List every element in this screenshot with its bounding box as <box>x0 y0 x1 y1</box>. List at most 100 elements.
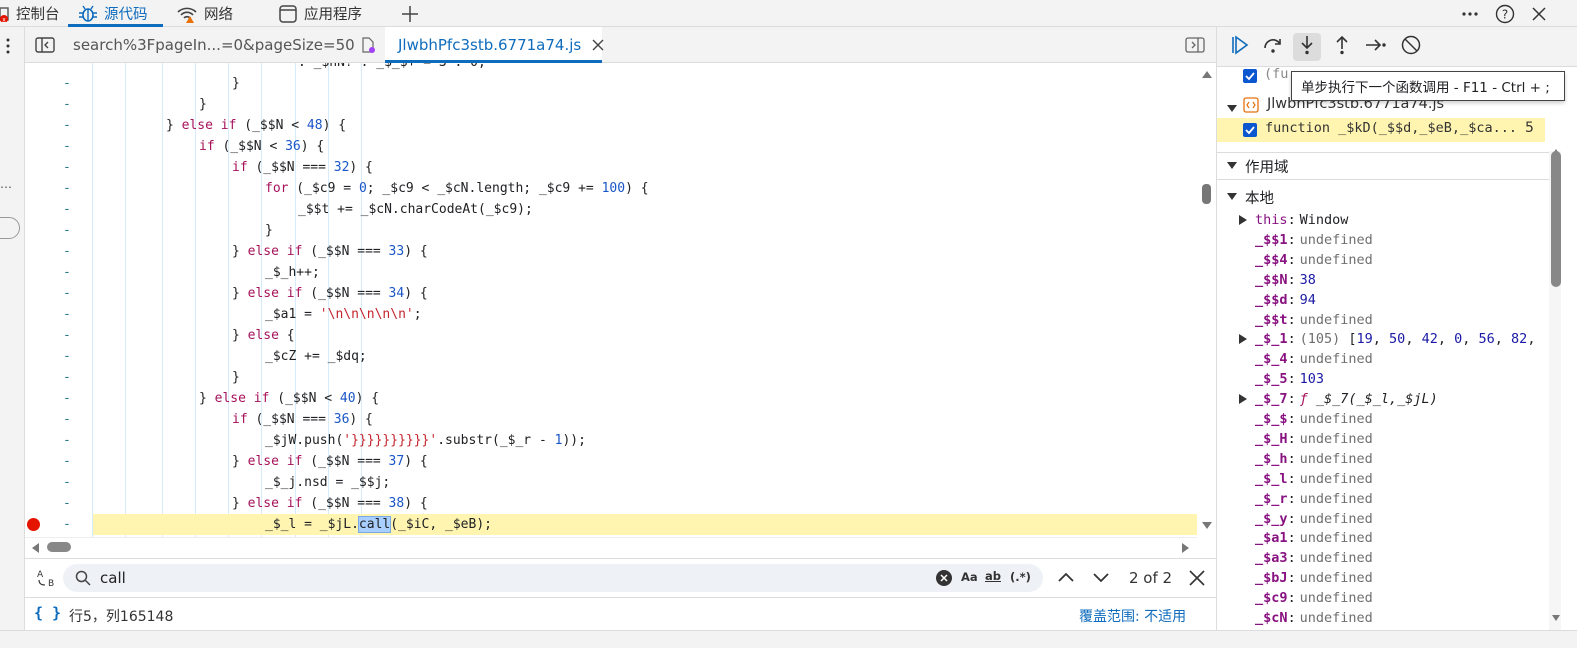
match-case-button[interactable]: Aa <box>961 570 978 584</box>
code-line[interactable]: - _$a1 = '\n\n\n\n\n'; <box>25 304 1197 325</box>
code-horizontal-scrollbar[interactable] <box>25 537 1197 556</box>
code-line[interactable]: -: _$hN? : _$_$+ = 3 : 0; <box>25 63 1197 73</box>
line-marker[interactable]: - <box>63 241 75 262</box>
code-line[interactable]: - _$_j.nsd = _$$j; <box>25 472 1197 493</box>
line-marker[interactable]: - <box>63 388 75 409</box>
code-line[interactable]: -} else { <box>25 325 1197 346</box>
resume-button[interactable] <box>1225 33 1253 61</box>
whole-word-button[interactable]: ab <box>985 569 1001 583</box>
line-marker[interactable]: - <box>63 283 75 304</box>
tab-console[interactable]: x 控制台 <box>0 0 60 27</box>
scope-variable[interactable]: _$$d:94 <box>1217 290 1549 310</box>
scope-variable[interactable]: _$_l: undefined <box>1217 469 1549 489</box>
code-line[interactable]: -} else if (_$$N === 37) { <box>25 451 1197 472</box>
breakpoint-marker-icon[interactable] <box>27 518 40 531</box>
scope-variable[interactable]: _$_r: undefined <box>1217 489 1549 509</box>
pretty-print-icon[interactable]: { } <box>34 604 61 622</box>
close-search-icon[interactable] <box>1188 569 1206 591</box>
line-marker[interactable]: - <box>63 178 75 199</box>
line-marker[interactable]: - <box>63 94 75 115</box>
scroll-down-arrow-icon[interactable] <box>1202 522 1212 529</box>
line-marker[interactable]: - <box>63 262 75 283</box>
more-vertical-icon[interactable] <box>4 37 12 59</box>
previous-match-icon[interactable] <box>1057 570 1075 588</box>
code-line[interactable]: -} <box>25 73 1197 94</box>
scope-section-header[interactable]: 作用域 <box>1217 152 1549 180</box>
line-marker[interactable]: - <box>63 304 75 325</box>
toggle-navigator-icon[interactable] <box>35 36 55 58</box>
line-marker[interactable]: - <box>63 409 75 430</box>
scope-variable[interactable]: _$_h: undefined <box>1217 449 1549 469</box>
toggle-debugger-icon[interactable] <box>1185 37 1205 57</box>
scope-variable[interactable]: _$_7: ƒ _$_7(_$_l,_$jL) <box>1217 389 1549 409</box>
step-out-button[interactable] <box>1328 33 1356 61</box>
code-line[interactable]: - if (_$$N === 32) { <box>25 157 1197 178</box>
scope-variable[interactable]: this: Window <box>1217 210 1549 230</box>
scope-variable[interactable]: _$a3: undefined <box>1217 548 1549 568</box>
scope-variable[interactable]: _$_$: undefined <box>1217 409 1549 429</box>
scope-variable[interactable]: _$_4: undefined <box>1217 349 1549 369</box>
scope-variable[interactable]: _$$N:38 <box>1217 270 1549 290</box>
code-line-current[interactable]: - _$_l = _$jL.call(_$iC, _$eB); <box>27 514 1197 535</box>
line-marker[interactable]: - <box>63 514 75 535</box>
help-button[interactable]: ? <box>1495 0 1515 27</box>
scope-variable[interactable]: _$bJ: undefined <box>1217 568 1549 588</box>
code-vertical-scrollbar[interactable] <box>1197 63 1216 537</box>
line-marker[interactable]: - <box>63 472 75 493</box>
code-line[interactable]: - _$$t += _$cN.charCodeAt(_$c9); <box>25 199 1197 220</box>
clear-search-icon[interactable] <box>936 570 952 586</box>
toggle-partial[interactable] <box>0 217 20 239</box>
tab-sources[interactable]: 源代码 <box>68 0 163 27</box>
scroll-thumb[interactable] <box>1202 184 1211 204</box>
code-line[interactable]: - _$jW.push('}}}}}}}}}}'.substr(_$_r - 1)… <box>25 430 1197 451</box>
line-marker[interactable]: - <box>63 367 75 388</box>
breakpoint-entry-active[interactable]: function _$kD(_$$d,_$eB,_$ca... 5 <box>1217 118 1545 142</box>
scope-variable[interactable]: _$c9: undefined <box>1217 588 1549 608</box>
breakpoint-checkbox-partial[interactable] <box>1243 69 1257 83</box>
step-into-button[interactable] <box>1293 33 1321 61</box>
code-line[interactable]: - for (_$c9 = 0; _$c9 < _$cN.length; _$c9… <box>25 178 1197 199</box>
close-tab-icon[interactable] <box>591 38 605 52</box>
code-line[interactable]: - if (_$$N < 36) { <box>25 136 1197 157</box>
search-input[interactable]: call <box>100 569 126 587</box>
scope-variable[interactable]: _$_y: undefined <box>1217 509 1549 529</box>
code-line[interactable]: -} else if (_$$N === 38) { <box>25 493 1197 514</box>
step-button[interactable] <box>1362 33 1390 61</box>
line-marker[interactable]: - <box>63 346 75 367</box>
scope-variable[interactable]: _$_5:103 <box>1217 369 1549 389</box>
close-devtools-button[interactable] <box>1530 0 1548 27</box>
code-line[interactable]: -} else if (_$$N === 33) { <box>25 241 1197 262</box>
replace-toggle-icon[interactable]: AB <box>35 568 57 591</box>
line-marker[interactable]: - <box>63 493 75 514</box>
code-line[interactable]: -} <box>25 220 1197 241</box>
add-tab-button[interactable] <box>400 0 420 27</box>
expand-variable-icon[interactable] <box>1239 215 1247 225</box>
expand-file-icon[interactable] <box>1227 101 1237 117</box>
hscroll-thumb[interactable] <box>47 542 71 552</box>
line-marker[interactable]: - <box>63 325 75 346</box>
sidebar-scroll-thumb[interactable] <box>1551 151 1561 287</box>
line-marker[interactable]: - <box>63 451 75 472</box>
code-line[interactable]: -} else if (_$$N === 34) { <box>25 283 1197 304</box>
scroll-right-arrow-icon[interactable] <box>1182 543 1189 553</box>
line-marker[interactable]: - <box>63 199 75 220</box>
code-line[interactable]: -} else if (_$$N < 48) { <box>25 115 1197 136</box>
sidebar-scroll-down-icon[interactable] <box>1552 615 1560 621</box>
code-editor[interactable]: -: _$hN? : _$_$+ = 3 : 0;-}-}-} else if … <box>25 63 1216 537</box>
expand-variable-icon[interactable] <box>1239 334 1247 345</box>
local-scope-header[interactable]: 本地 <box>1217 185 1549 209</box>
next-match-icon[interactable] <box>1092 571 1110 589</box>
line-marker[interactable]: - <box>63 136 75 157</box>
line-marker[interactable]: - <box>63 63 75 73</box>
code-line[interactable]: - _$cZ += _$dq; <box>25 346 1197 367</box>
coverage-link[interactable]: 覆盖范围: 不适用 <box>1079 606 1186 626</box>
scope-variable[interactable]: _$a1: undefined <box>1217 528 1549 548</box>
file-tab-search[interactable]: search%3FpageIn...=0&pageSize=50 <box>73 27 375 63</box>
line-marker[interactable]: - <box>63 73 75 94</box>
regex-button[interactable]: (.*) <box>1010 570 1031 584</box>
scope-variable[interactable]: _$_H: undefined <box>1217 429 1549 449</box>
tab-application[interactable]: 应用程序 <box>278 0 378 27</box>
code-line[interactable]: -} <box>25 367 1197 388</box>
deactivate-breakpoints-button[interactable] <box>1397 33 1425 61</box>
line-marker[interactable]: - <box>63 430 75 451</box>
